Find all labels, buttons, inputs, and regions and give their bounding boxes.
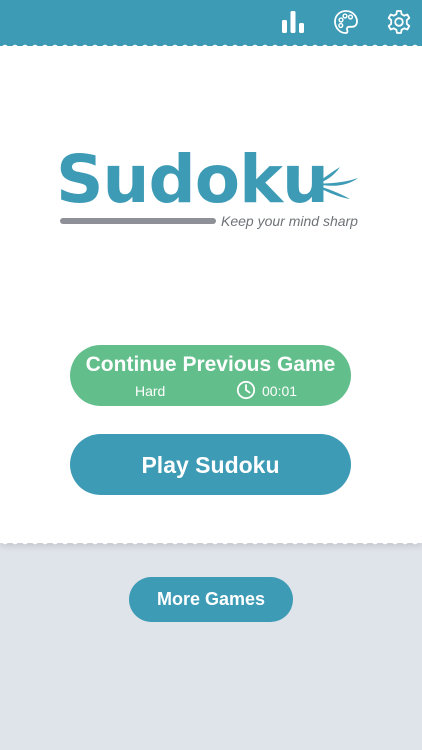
more-games-label: More Games (156, 589, 266, 609)
logo-title: Sudoku (56, 141, 329, 218)
play-sudoku-button[interactable]: Play Sudoku (70, 434, 351, 495)
settings-icon[interactable] (386, 9, 412, 35)
card-bottom-edge (0, 541, 422, 549)
continue-game-title: Continue Previous Game (85, 353, 336, 376)
more-games-button[interactable]: More Games (129, 577, 293, 622)
palette-icon[interactable] (333, 9, 359, 35)
continue-game-button[interactable]: Continue Previous Game Hard 00:01 (70, 345, 351, 406)
app-logo: Sudoku Keep your mind sharp (56, 140, 366, 240)
stats-icon[interactable] (280, 9, 306, 35)
play-sudoku-label: Play Sudoku (141, 452, 280, 478)
continue-game-difficulty: Hard (135, 383, 166, 399)
continue-game-time: 00:01 (262, 383, 298, 399)
logo-tagline: Keep your mind sharp (221, 213, 358, 229)
card-top-edge (0, 40, 422, 48)
logo-underline (60, 218, 216, 224)
leaf-icon (315, 167, 358, 199)
clock-icon (236, 380, 256, 400)
